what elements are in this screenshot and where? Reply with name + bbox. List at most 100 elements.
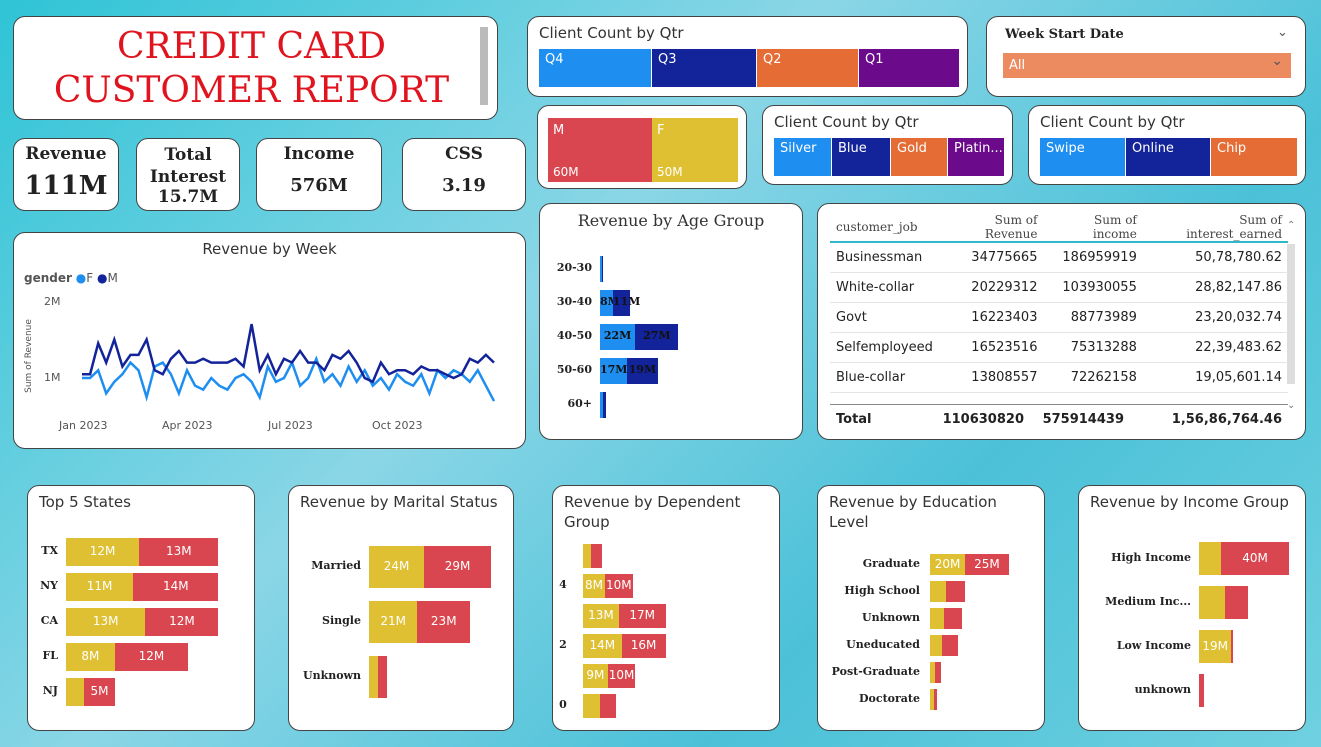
table-row[interactable]: Businessman 34775665 186959919 50,78,780.62 xyxy=(830,242,1288,272)
card-category-slicer: Client Count by Qtr Silver Blue Gold Pla… xyxy=(762,105,1013,185)
gender-option-f[interactable]: F 50M xyxy=(652,118,738,182)
bar-f[interactable] xyxy=(1199,586,1225,619)
qtr-option-q2[interactable]: Q2 xyxy=(757,49,858,87)
table-total-row: Total 110630820 575914439 1,56,86,764.46 xyxy=(830,405,1288,435)
bar-m[interactable] xyxy=(591,544,603,568)
col-header-revenue[interactable]: Sum of Revenue xyxy=(939,212,1044,242)
bar-f[interactable] xyxy=(66,678,85,706)
txn-option-swipe[interactable]: Swipe xyxy=(1040,138,1125,176)
card-option-silver[interactable]: Silver xyxy=(774,138,831,176)
cell-interest: 50,78,780.62 xyxy=(1195,249,1282,265)
bar-m[interactable] xyxy=(942,635,958,656)
category-label: NJ xyxy=(42,684,58,697)
dependent-title-line2: Group xyxy=(564,513,610,531)
bar-m[interactable] xyxy=(599,694,616,718)
bar-m[interactable] xyxy=(945,581,965,602)
series-line-m xyxy=(82,323,495,384)
top-states-card: Top 5 States TX 12M 13M NY 11M 14M CA 13M 12M FL 8… xyxy=(27,485,255,731)
qtr-option-q1[interactable]: Q1 xyxy=(859,49,959,87)
category-label: FL xyxy=(42,649,58,662)
cell-interest: 22,39,483.62 xyxy=(1195,339,1282,355)
table-row[interactable]: White-collar 20229312 103930055 28,82,147.8… xyxy=(830,272,1288,302)
qtr-slicer: Client Count by Qtr Q4 Q3 Q2 Q1 xyxy=(527,16,968,97)
txn-option-chip[interactable]: Chip xyxy=(1211,138,1297,176)
chevron-down-icon[interactable]: ⌄ xyxy=(1277,25,1288,40)
category-label: Graduate xyxy=(862,556,920,570)
data-label: 25M xyxy=(974,556,1000,571)
bar-f[interactable] xyxy=(583,544,592,568)
cell-job: Blue-collar xyxy=(836,369,906,385)
gender-m-label: M xyxy=(553,123,565,138)
revenue-by-week-card: Revenue by Week gender ●F ●M Sum of Reve… xyxy=(13,232,526,449)
jobs-table: customer_job Sum of Revenue Sum of incom… xyxy=(830,212,1288,393)
qtr-slicer-title: Client Count by Qtr xyxy=(539,24,684,42)
jobs-table-card: ⌃ ⌄ customer_job Sum of Revenue Sum of i… xyxy=(817,203,1306,440)
cell-revenue: 16523516 xyxy=(971,339,1038,355)
col-header-interest[interactable]: Sum of interest_earned xyxy=(1143,212,1288,242)
bar-m[interactable] xyxy=(1224,586,1249,619)
interest-kpi-value: 15.7M xyxy=(157,187,219,207)
cell-interest: 28,82,147.86 xyxy=(1195,279,1282,295)
data-label: 11M xyxy=(86,579,113,593)
scroll-up-icon[interactable]: ⌃ xyxy=(1287,220,1295,231)
card-option-platinum[interactable]: Platin... xyxy=(948,138,1004,176)
category-label: Unknown xyxy=(302,669,361,682)
bar-m[interactable] xyxy=(944,608,962,629)
cell-job: Govt xyxy=(836,309,867,325)
table-row[interactable]: Blue-collar 13808557 72262158 19,05,601.14 xyxy=(830,362,1288,392)
data-label: 11M xyxy=(612,295,641,308)
bar-m[interactable] xyxy=(603,392,607,418)
data-label: 40M xyxy=(1242,550,1268,565)
dependent-card: Revenue by Dependent Group 4 8M 10M 13M 17M 2… xyxy=(552,485,780,731)
bar-m[interactable] xyxy=(1199,674,1205,707)
table-scrollbar[interactable] xyxy=(1287,244,1295,384)
income-group-card: Revenue by Income Group High Income 40M Me… xyxy=(1078,485,1306,731)
category-label: NY xyxy=(40,579,58,592)
bar-m[interactable] xyxy=(378,656,388,698)
bar-m[interactable] xyxy=(935,662,941,683)
revenue-kpi-card: Revenue 111M xyxy=(13,138,119,211)
gender-option-m[interactable]: M 60M xyxy=(548,118,652,182)
week-dropdown[interactable]: All ⌄ xyxy=(1003,53,1291,78)
bar-m[interactable] xyxy=(933,689,937,710)
data-label: 10M xyxy=(608,668,635,682)
txn-option-online[interactable]: Online xyxy=(1126,138,1210,176)
income-kpi-label: Income xyxy=(283,144,355,164)
data-label: 29M xyxy=(444,559,471,573)
scroll-down-icon[interactable]: ⌄ xyxy=(1287,400,1295,411)
bar-f[interactable] xyxy=(583,694,600,718)
qtr-option-q4[interactable]: Q4 xyxy=(539,49,651,87)
data-label: 14M xyxy=(162,579,189,593)
table-row[interactable]: Selfemployeed 16523516 75313288 22,39,483.6… xyxy=(830,332,1288,362)
bar-f[interactable] xyxy=(1199,542,1222,575)
interest-kpi-label: Total Interest xyxy=(149,145,227,187)
data-label: 17M xyxy=(600,363,628,376)
css-kpi-label: CSS xyxy=(445,144,483,164)
scrollbar[interactable] xyxy=(480,27,488,105)
transaction-slicer: Client Count by Qtr Swipe Online Chip xyxy=(1028,105,1306,185)
bar-f[interactable] xyxy=(930,581,946,602)
age-chart-title: Revenue by Age Group xyxy=(577,211,765,230)
bar-f[interactable] xyxy=(930,608,944,629)
education-card: Revenue by Education Level Graduate 20M 25… xyxy=(817,485,1045,731)
card-option-blue[interactable]: Blue xyxy=(832,138,890,176)
bar-m[interactable] xyxy=(601,256,604,282)
gender-m-value: 60M xyxy=(553,165,579,179)
bar-f[interactable] xyxy=(369,656,379,698)
card-slicer-title: Client Count by Qtr xyxy=(774,113,919,131)
cell-income: 72262158 xyxy=(1070,369,1137,385)
col-header-income[interactable]: Sum of income xyxy=(1043,212,1142,242)
category-label: High Income xyxy=(1111,550,1191,564)
data-label: 13M xyxy=(166,544,192,558)
card-option-gold[interactable]: Gold xyxy=(891,138,947,176)
dependent-title-line1: Revenue by Dependent xyxy=(564,493,741,511)
category-label: Married xyxy=(311,559,361,572)
table-row[interactable]: Govt 16223403 88773989 23,20,032.74 xyxy=(830,302,1288,332)
qtr-option-q3[interactable]: Q3 xyxy=(652,49,756,87)
bar-m[interactable] xyxy=(1231,630,1233,663)
col-header-job[interactable]: customer_job xyxy=(830,212,939,242)
cell-income: 103930055 xyxy=(1062,279,1137,295)
css-kpi-card: CSS 3.19 xyxy=(402,138,526,211)
data-label: 24M xyxy=(383,559,410,573)
bar-f[interactable] xyxy=(930,635,943,656)
